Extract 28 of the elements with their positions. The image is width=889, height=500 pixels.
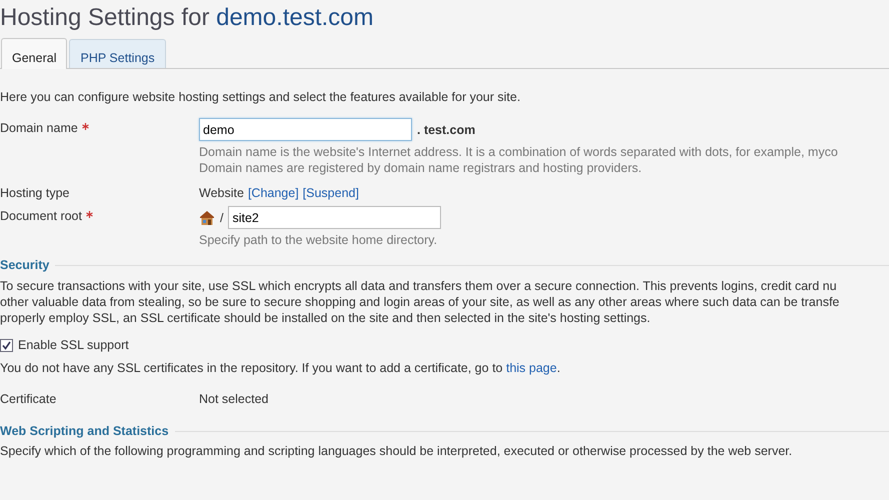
field-label: Certificate xyxy=(0,392,58,406)
document-root-input[interactable]: site2 xyxy=(228,206,442,229)
tab[interactable]: PHP Settings xyxy=(69,39,166,68)
hint-text: Specify path to the website home directory. xyxy=(199,232,438,248)
field-label: Domain name xyxy=(0,121,78,135)
field-label: Document root xyxy=(0,209,82,223)
ssl-note: You do not have any SSL certificates in the repository. If you want to add a certificate, go to this page. xyxy=(0,361,562,375)
intro-text: Here you can configure website hosting settings and select the features available for your site. xyxy=(0,89,522,106)
field-label: Hosting type xyxy=(0,186,70,200)
domain-input[interactable]: demo xyxy=(199,118,412,141)
domain-title: demo.test.com xyxy=(216,4,374,31)
house-icon xyxy=(199,210,215,226)
hosting-type-value: Website xyxy=(199,186,244,200)
checkbox[interactable] xyxy=(0,338,13,352)
link[interactable]: this page xyxy=(506,361,557,375)
tab[interactable]: General xyxy=(1,38,68,69)
page-title: Hosting Settings for xyxy=(0,4,210,31)
certificate-value: Not selected xyxy=(199,392,270,406)
domain-suffix: . test.com xyxy=(417,122,476,136)
link[interactable]: [Change] xyxy=(248,186,299,200)
section-description: Specify which of the following programming and scripting languages should be interpreted, executed or otherwise processed by the web server. xyxy=(0,444,794,458)
security-description: To secure transactions with your site, use SSL which encrypts all data and transfers them over a secure connection. This prevents logins, credit card nu other valuable data from stealing, so be sure to secure shopping and login areas of your site, as well as any other areas where such data can be transfe properly employ SSL, an SSL certificate should be installed on the site and then selected in the site's hosting settings. xyxy=(0,278,840,326)
link[interactable]: [Suspend] xyxy=(302,186,359,200)
section-title: Security xyxy=(0,258,50,272)
checkbox-label: Enable SSL support xyxy=(18,338,129,352)
path-separator: / xyxy=(220,210,224,224)
section-title: Web Scripting and Statistics xyxy=(0,424,169,438)
hint-text: Domain name is the website's Internet address. It is a combination of words separated with dots, for example, myco Domain names are registered by domain name registrars and hosting providers. xyxy=(199,144,839,176)
